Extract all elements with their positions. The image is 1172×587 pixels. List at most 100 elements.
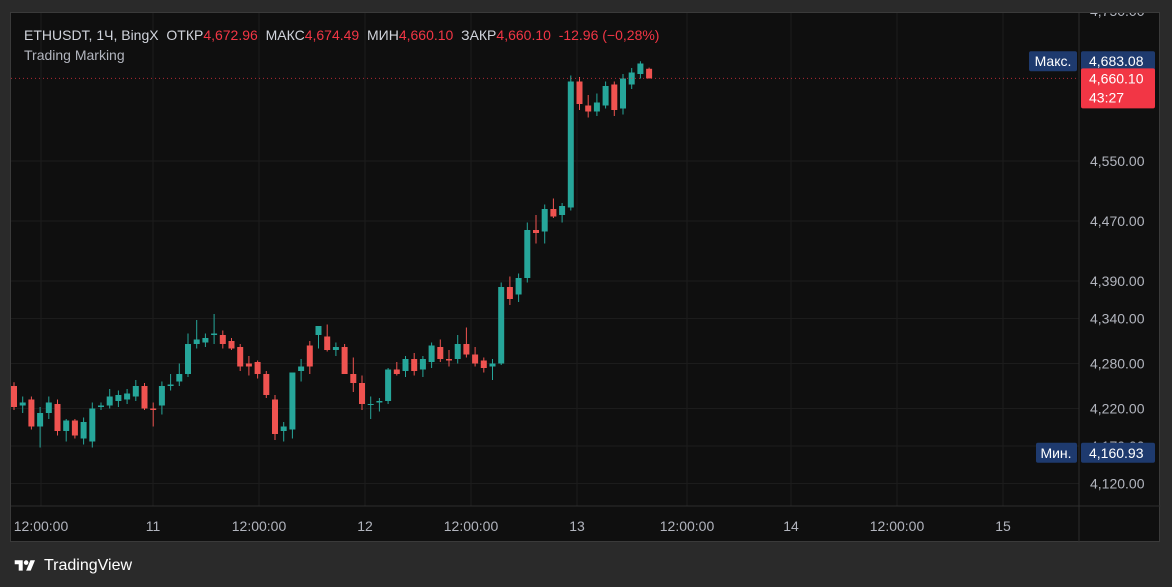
candle-body (393, 369, 400, 374)
time-axis-label: 12:00:00 (232, 518, 287, 534)
legend-low-label: МИН (366, 27, 399, 43)
candle-down (237, 344, 244, 371)
candle-body (132, 386, 139, 397)
candle-body (419, 359, 426, 370)
candle-body (324, 336, 331, 350)
candle-body (306, 345, 313, 367)
candle-body (411, 359, 418, 371)
candle-up (367, 396, 374, 419)
candle-body (19, 402, 26, 406)
candle-body (533, 230, 539, 233)
candle-body (576, 81, 583, 104)
candle-up (193, 320, 200, 349)
candle-up (489, 359, 496, 380)
candle-body (428, 345, 435, 362)
max-marker-value: 4,683.08 (1089, 53, 1144, 69)
candle-body (620, 78, 626, 109)
candle-up (63, 419, 70, 442)
candle-down (550, 198, 557, 218)
candle-up (428, 342, 435, 368)
price-markers: Макс. 4,683.084,660.10 43:27 Мин. 4,160.93 (11, 51, 1155, 463)
price-tick-label: 4,280.00 (1090, 356, 1145, 372)
candle-body (211, 333, 218, 335)
candle-up (559, 203, 566, 223)
candle-body (611, 84, 618, 110)
candle-body (480, 360, 487, 368)
candle-up (158, 381, 165, 415)
last-price-value: 4,660.10 (1089, 70, 1144, 86)
candle-down (28, 396, 35, 430)
candle-up (80, 417, 87, 445)
candle-body (254, 362, 261, 374)
candle-body (385, 369, 392, 401)
candle-up (124, 389, 131, 404)
legend-indicator[interactable]: Trading Marking (24, 45, 659, 65)
candle-down (141, 383, 148, 410)
candle-body (11, 386, 17, 407)
candle-up (89, 402, 96, 448)
candle-down (324, 324, 331, 352)
min-marker-label: Мин. (1040, 445, 1071, 461)
candle-up (419, 356, 426, 377)
candle-up (115, 390, 122, 407)
candle-body (367, 404, 374, 405)
candlestick-chart[interactable]: 4,750.00 4,550.00 4,470.00 4,390.00 4,340.00… (11, 13, 1161, 543)
legend-close-label: ЗАКР (461, 27, 497, 43)
candle-down (306, 341, 313, 374)
candle-body (341, 347, 348, 374)
candle-down (71, 419, 78, 439)
price-tick-label: 4,120.00 (1090, 476, 1145, 492)
time-axis-label: 13 (569, 518, 585, 534)
chart-panel[interactable]: 4,750.00 4,550.00 4,470.00 4,390.00 4,340.00… (10, 12, 1161, 543)
legend-low-value: 4,660.10 (398, 27, 454, 43)
axes: 4,750.00 4,550.00 4,470.00 4,390.00 4,340.00… (11, 13, 1161, 543)
candle-body (559, 206, 566, 215)
candle-body (359, 383, 365, 404)
candle-up (385, 368, 392, 404)
candle-body (454, 344, 461, 359)
candle-down (359, 375, 365, 410)
candle-body (350, 374, 357, 383)
candle-body (376, 401, 383, 403)
candle-down (350, 357, 357, 392)
candle-down (272, 395, 278, 440)
candle-body (167, 384, 174, 386)
candle-up (620, 74, 626, 115)
candle-up (593, 93, 600, 116)
candle-body (646, 68, 653, 79)
time-axis-label: 15 (995, 518, 1011, 534)
legend-symbol: ETHUSDT, 1Ч, BingX (24, 27, 159, 43)
candle-up (524, 222, 531, 283)
candle-body (567, 81, 574, 208)
candle-series (11, 61, 653, 448)
candle-body (472, 354, 479, 364)
max-marker-label: Макс. (1035, 53, 1072, 69)
tradingview-brand[interactable]: TradingView (12, 555, 132, 577)
candle-body (141, 386, 148, 409)
candle-body (98, 405, 104, 407)
candle-up (19, 396, 26, 413)
candle-up (567, 75, 574, 211)
candle-body (402, 359, 409, 371)
candle-down (646, 67, 653, 79)
candle-up (167, 374, 174, 391)
candle-down (533, 215, 539, 244)
candle-body (593, 102, 600, 112)
time-axis-label: 12:00:00 (870, 518, 925, 534)
brand-name: TradingView (44, 557, 133, 574)
price-tick-label: 4,220.00 (1090, 401, 1145, 417)
candle-down (585, 95, 592, 118)
candle-body (37, 413, 44, 427)
candle-body (280, 426, 287, 431)
candle-body (506, 287, 513, 299)
candle-body (541, 209, 548, 232)
candle-up (37, 407, 44, 448)
candle-up (280, 422, 287, 442)
grid-lines (11, 13, 1079, 506)
candle-body (45, 402, 52, 413)
candle-body (124, 393, 131, 400)
candle-body (550, 209, 557, 217)
candle-down (393, 362, 400, 376)
candle-body (498, 287, 505, 364)
candle-up (106, 389, 113, 409)
